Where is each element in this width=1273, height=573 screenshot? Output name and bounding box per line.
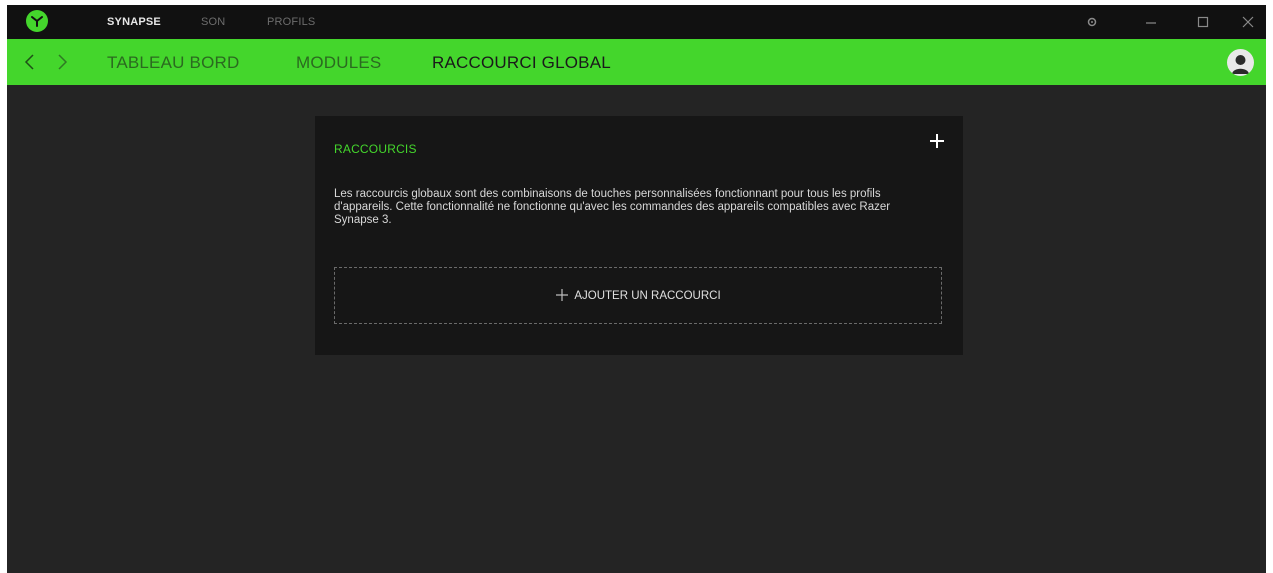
forward-arrow-icon[interactable]: [55, 53, 69, 71]
plus-icon: [555, 288, 569, 305]
tab-raccourci-global[interactable]: RACCOURCI GLOBAL: [432, 53, 611, 73]
panel-title: RACCOURCIS: [334, 142, 417, 156]
back-arrow-icon[interactable]: [23, 53, 37, 71]
top-tab-synapse[interactable]: SYNAPSE: [107, 16, 161, 28]
avatar[interactable]: [1227, 49, 1254, 76]
settings-icon[interactable]: [1083, 13, 1101, 31]
razer-logo-icon: [26, 10, 48, 32]
minimize-icon[interactable]: [1142, 13, 1160, 31]
panel-description: Les raccourcis globaux sont des combinai…: [334, 188, 891, 226]
maximize-icon[interactable]: [1194, 13, 1212, 31]
nav-bar: TABLEAU BORD MODULES RACCOURCI GLOBAL: [7, 39, 1266, 85]
shortcuts-panel: RACCOURCIS Les raccourcis globaux sont d…: [315, 116, 963, 355]
app-window: SYNAPSE SON PROFILS TABLEAU BORD MODULES…: [7, 5, 1266, 573]
close-icon[interactable]: [1239, 13, 1257, 31]
top-tab-son[interactable]: SON: [201, 16, 225, 28]
add-shortcut-label: AJOUTER UN RACCOURCI: [574, 290, 721, 302]
title-bar: SYNAPSE SON PROFILS: [7, 5, 1266, 39]
user-icon: [1232, 55, 1249, 74]
tab-tableau-bord[interactable]: TABLEAU BORD: [107, 53, 239, 73]
add-shortcut-plus-icon[interactable]: [927, 131, 947, 151]
tab-modules[interactable]: MODULES: [296, 53, 381, 73]
top-tab-profils[interactable]: PROFILS: [267, 16, 315, 28]
add-shortcut-button[interactable]: AJOUTER UN RACCOURCI: [334, 267, 942, 324]
